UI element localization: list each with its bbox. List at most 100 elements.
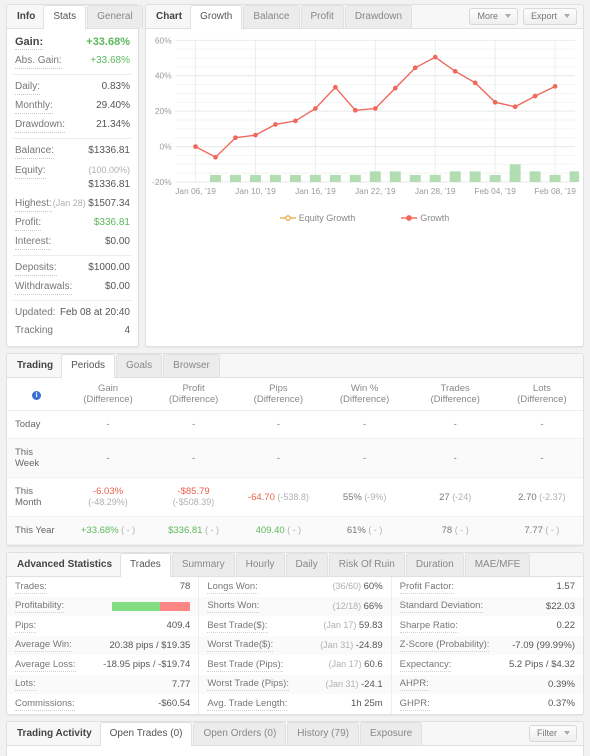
stat-label: Average Win: xyxy=(15,639,72,653)
more-button-label: More xyxy=(477,11,498,21)
stat-value-main: +33.68% xyxy=(90,55,130,66)
table-row[interactable]: This Month -6.03% (-48.29%) -$85.79 (-$508… xyxy=(7,477,583,517)
tab-periods[interactable]: Periods xyxy=(61,354,116,378)
cell-value: - xyxy=(453,419,457,430)
tab-hourly[interactable]: Hourly xyxy=(235,553,285,576)
table-cell: 55% (-9%) xyxy=(319,477,410,517)
cell-value: 27 xyxy=(439,491,450,503)
stat-label: Highest: xyxy=(15,197,52,212)
tab-mae-mfe[interactable]: MAE/MFE xyxy=(464,553,531,576)
stat-value-main: 4 xyxy=(124,325,130,336)
stat-value: Feb 08 at 20:40 xyxy=(60,306,130,320)
stat-row: AHPR: 0.39% xyxy=(391,674,583,694)
tab-trades[interactable]: Trades xyxy=(120,553,171,577)
table-cell: $336.81 ( - ) xyxy=(149,516,238,545)
export-button[interactable]: Export xyxy=(522,8,577,25)
stat-value: (Jan 31) -24.89 xyxy=(320,639,382,652)
row-label: Today xyxy=(7,410,67,439)
tab-daily[interactable]: Daily xyxy=(285,553,328,576)
cell-difference: ( - ) xyxy=(452,525,469,535)
profitability-bar-wins xyxy=(112,601,160,611)
stat-value: (Jan 17) 59.83 xyxy=(323,619,382,632)
tab-balance[interactable]: Balance xyxy=(243,5,300,28)
table-cell: -6.03% (-48.29%) xyxy=(66,477,150,517)
stats-column-wins: Longs Won: (36/60) 60% Shorts Won: (12/18) … xyxy=(198,577,391,714)
cell-value: - xyxy=(540,452,544,464)
advanced-statistics-panel: Advanced Statistics Trades Summary Hourl… xyxy=(6,552,584,715)
column-header[interactable]: Profit (Difference) xyxy=(149,378,238,411)
stat-label: Z-Score (Probability): xyxy=(399,639,490,653)
info-icon[interactable]: i xyxy=(32,390,42,400)
stat-row: Gain: +33.68% xyxy=(7,33,138,52)
legend-growth[interactable]: Growth xyxy=(401,213,449,223)
stat-value-main: $1336.81 xyxy=(88,179,130,190)
column-header[interactable]: Trades (Difference) xyxy=(409,378,501,411)
tab-profit[interactable]: Profit xyxy=(300,5,344,28)
stat-label: Drawdown: xyxy=(15,118,66,133)
tab-history[interactable]: History (79) xyxy=(287,721,359,745)
stat-value: (100.00%) $1336.81 xyxy=(46,163,130,192)
stat-row: Daily: 0.83% xyxy=(7,78,138,97)
cell-value: 2.70 xyxy=(518,491,537,503)
stat-value-main: -7.09 (99.99%) xyxy=(512,639,575,651)
periods-table-body: Today - - - - - - This Week - - - - - - This Month -6.0… xyxy=(7,410,583,545)
tab-duration[interactable]: Duration xyxy=(405,553,464,576)
table-row[interactable]: Today - - - - - - xyxy=(7,410,583,439)
growth-chart-svg[interactable]: -20% 0% 20% 40% 60% Jan 06, '19 Jan 10, '19 Jan… xyxy=(150,33,581,209)
filter-button[interactable]: Filter xyxy=(529,724,577,742)
tab-growth[interactable]: Growth xyxy=(190,5,243,29)
stat-value: (Jan 17) 60.6 xyxy=(329,658,383,671)
stat-value: 0.22 xyxy=(556,619,575,632)
stat-value-main: 1h 25m xyxy=(350,698,383,710)
cell-difference: (-538.8) xyxy=(274,491,309,502)
tab-open-trades[interactable]: Open Trades (0) xyxy=(99,721,193,746)
stat-value-prefix: (Jan 17) xyxy=(323,620,359,631)
column-header[interactable]: Win % (Difference) xyxy=(319,378,410,411)
column-header[interactable]: Gain (Difference) xyxy=(66,378,150,411)
stat-label: AHPR: xyxy=(399,678,429,692)
cell-value: 55% xyxy=(342,491,362,503)
stat-label: Avg. Trade Length: xyxy=(207,697,288,711)
table-row[interactable]: This Week - - - - - - xyxy=(7,438,583,478)
column-header[interactable]: Lots (Difference) xyxy=(500,378,583,411)
stat-value: -$60.54 xyxy=(158,697,190,710)
cell-difference: (-48.29%) xyxy=(88,497,128,507)
column-header-period[interactable]: i xyxy=(7,378,67,411)
tab-stats[interactable]: Stats xyxy=(43,5,87,29)
advanced-statistics-section: Advanced Statistics Trades Summary Hourl… xyxy=(0,546,590,715)
stat-label: Profit Factor: xyxy=(399,580,455,594)
chevron-down-icon xyxy=(564,14,570,18)
tab-summary[interactable]: Summary xyxy=(171,553,235,576)
stat-label: Shorts Won: xyxy=(207,600,260,614)
tab-general[interactable]: General xyxy=(87,5,143,28)
stat-row: Avg. Trade Length: 1h 25m xyxy=(199,694,390,714)
cell-value: - xyxy=(276,419,280,430)
tab-exposure[interactable]: Exposure xyxy=(359,721,423,745)
cell-value: - xyxy=(106,419,110,430)
legend-equity-growth[interactable]: Equity Growth xyxy=(279,213,355,223)
tab-browser[interactable]: Browser xyxy=(163,354,220,377)
stat-value-main: 60.6 xyxy=(364,659,383,671)
stat-label: Sharpe Ratio: xyxy=(399,619,458,633)
tab-risk-of-ruin[interactable]: Risk Of Ruin xyxy=(328,553,405,576)
stats-column-ratios: Profit Factor: 1.57 Standard Deviation: $22… xyxy=(390,577,583,714)
stat-value-prefix: (12/18) xyxy=(332,600,364,611)
stat-value: +33.68% xyxy=(90,54,130,68)
stat-value-main: -24.89 xyxy=(355,639,383,651)
tab-open-orders[interactable]: Open Orders (0) xyxy=(193,721,287,745)
stat-value: (36/60) 60% xyxy=(333,580,383,593)
tab-drawdown[interactable]: Drawdown xyxy=(344,5,413,28)
stat-value-main: $22.03 xyxy=(545,600,575,612)
stat-value: 1h 25m xyxy=(351,697,383,710)
divider xyxy=(13,300,132,301)
panel-title-info: Info xyxy=(17,11,36,22)
growth-chart-body: -20% 0% 20% 40% 60% Jan 06, '19 Jan 10, '19 Jan… xyxy=(146,29,583,241)
table-row[interactable]: This Year +33.68% ( - ) $336.81 ( - ) 409.4… xyxy=(7,516,583,545)
profitability-bar xyxy=(112,601,191,611)
column-header[interactable]: Pips (Difference) xyxy=(237,378,320,411)
profitability-bar-losses xyxy=(159,601,191,611)
tab-goals[interactable]: Goals xyxy=(116,354,163,377)
stat-value: 5.2 Pips / $4.32 xyxy=(509,658,575,671)
more-button[interactable]: More xyxy=(469,8,518,25)
export-button-label: Export xyxy=(530,11,557,21)
